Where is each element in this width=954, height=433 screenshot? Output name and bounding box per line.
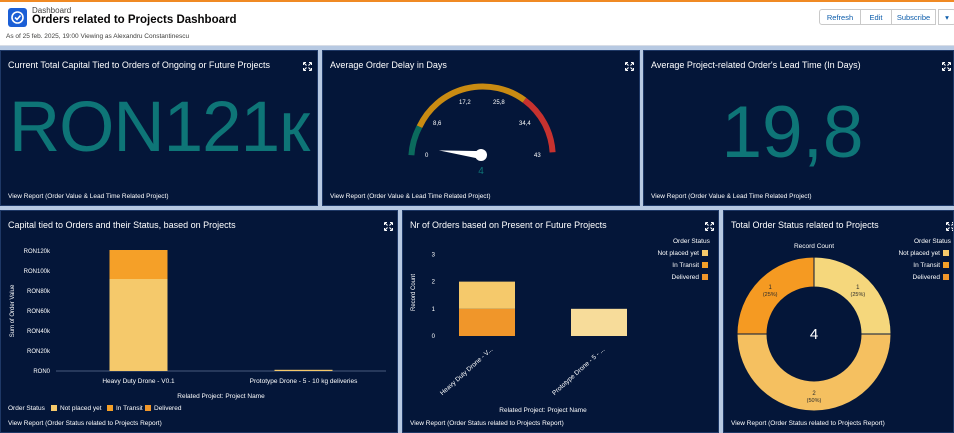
legend-label: In Transit [116, 405, 143, 412]
legend-title: Order Status [8, 405, 45, 412]
legend-not-placed-yet[interactable]: Not placed yet [657, 250, 708, 257]
y-tick-label: 0 [432, 334, 436, 340]
legend-swatch [107, 405, 113, 411]
y-tick-label: RON60k [27, 309, 51, 315]
dashboard-app-icon [8, 8, 27, 27]
legend-title: Order Status [673, 238, 710, 245]
x-axis-label: Related Project: Project Name [499, 407, 587, 414]
legend-swatch [943, 262, 949, 268]
x-tick-label: Prototype Drone - 5 - ... [551, 346, 606, 397]
bar-segment [571, 308, 627, 336]
legend-delivered[interactable]: Delivered [145, 405, 181, 412]
orders-bar-chart: 0 1 2 3 Record Count Heavy Duty Drone - V... P… [411, 252, 627, 414]
legend-in-transit[interactable]: In Transit [107, 405, 143, 412]
expand-icon[interactable] [941, 58, 952, 72]
y-tick-label: RON0 [33, 369, 50, 375]
y-tick-label: RON80k [27, 289, 51, 295]
gauge-tick-0: 0 [425, 153, 429, 159]
view-report-link[interactable]: View Report (Order Status related to Pro… [410, 420, 564, 427]
gauge-tick-1: 8,6 [433, 121, 442, 127]
legend-delivered[interactable]: Delivered [913, 274, 949, 281]
donut-chart-label: Record Count [794, 243, 834, 250]
header-actions: Refresh Edit Subscribe ▾ [819, 9, 954, 25]
gauge-hub [475, 149, 487, 161]
legend-label: Delivered [912, 274, 940, 281]
legend-in-transit[interactable]: In Transit [672, 262, 708, 269]
y-tick-label: RON20k [27, 349, 51, 355]
bar-segment [274, 369, 333, 371]
legend-title: Order Status [914, 238, 951, 245]
legend-label: Not placed yet [898, 250, 940, 257]
legend-swatch [702, 262, 708, 268]
gauge-tick-3: 25,8 [493, 100, 505, 106]
legend-label: In Transit [672, 262, 699, 269]
bar-segment [459, 281, 515, 309]
y-tick-label: 3 [432, 252, 436, 258]
legend-label: Delivered [671, 274, 699, 281]
y-axis-label: Record Count [411, 274, 417, 311]
capital-value: RON121к [8, 88, 310, 167]
legend-swatch [702, 274, 708, 280]
donut-center-total: 4 [810, 326, 818, 343]
bar-segment [109, 250, 168, 279]
legend-swatch [943, 250, 949, 256]
as-of-info: As of 25 feb. 2025, 19:00 Viewing as Ale… [6, 33, 190, 40]
legend-not-placed-yet[interactable]: Not placed yet [898, 250, 949, 257]
refresh-button[interactable]: Refresh [819, 9, 861, 25]
lead-time-value: 19,8 [721, 92, 864, 173]
view-report-link[interactable]: View Report (Order Value & Lead Time Rel… [651, 193, 812, 200]
dashboard-header: Dashboard Orders related to Projects Das… [0, 0, 954, 46]
view-report-link[interactable]: View Report (Order Value & Lead Time Rel… [8, 193, 169, 200]
capital-bar-chart: RON0 RON20k RON40k RON60k RON80k RON100k RON12… [10, 249, 386, 400]
gauge-tick-2: 17,2 [459, 100, 471, 106]
more-actions-button[interactable]: ▾ [938, 9, 954, 25]
y-tick-label: RON100k [24, 269, 51, 275]
tile-capital-metric: Current Total Capital Tied to Orders of … [0, 50, 318, 206]
gauge-value: 4 [478, 166, 484, 177]
page-title: Orders related to Projects Dashboard [32, 14, 237, 26]
bar-segment [459, 308, 515, 336]
tile-title: Current Total Capital Tied to Orders of … [8, 60, 270, 70]
gauge-tick-4: 34,4 [519, 121, 531, 127]
x-tick-label: Heavy Duty Drone - V... [439, 346, 494, 397]
tile-title: Average Project-related Order's Lead Tim… [651, 60, 861, 70]
legend-delivered[interactable]: Delivered [672, 274, 708, 281]
x-tick-label: Heavy Duty Drone - V0.1 [102, 378, 175, 385]
y-tick-label: RON120k [24, 249, 51, 255]
view-report-link[interactable]: View Report (Order Status related to Pro… [8, 420, 162, 427]
x-tick-label: Prototype Drone - 5 - 10 kg deliveries [250, 378, 358, 385]
y-axis-label: Sum of Order Value [10, 284, 16, 337]
edit-button[interactable]: Edit [860, 9, 892, 25]
y-tick-label: 1 [432, 307, 436, 313]
legend-swatch [145, 405, 151, 411]
tile-total-status-donut: Total Order Status related to Projects 1… [723, 210, 954, 433]
legend-swatch [943, 274, 949, 280]
subscribe-button[interactable]: Subscribe [891, 9, 936, 25]
expand-icon[interactable] [302, 58, 313, 72]
slice-pct-label: (50%) [807, 398, 822, 404]
tile-capital-status-chart: Capital tied to Orders and their Status,… [0, 210, 398, 433]
gauge-chart: 0 8,6 17,2 25,8 34,4 43 4 [408, 83, 556, 177]
tile-order-delay-gauge: Average Order Delay in Days 0 8,6 17,2 2… [322, 50, 640, 206]
view-report-link[interactable]: View Report (Order Value & Lead Time Rel… [330, 193, 491, 200]
slice-pct-label: (25%) [851, 292, 866, 298]
legend-label: Delivered [154, 405, 182, 412]
y-tick-label: RON40k [27, 329, 51, 335]
gauge-tick-5: 43 [534, 153, 541, 159]
slice-pct-label: (25%) [763, 292, 778, 298]
bar-segment [109, 279, 168, 371]
legend-swatch [702, 250, 708, 256]
legend-label: In Transit [913, 262, 940, 269]
legend-label: Not placed yet [657, 250, 699, 257]
tile-lead-time-metric: Average Project-related Order's Lead Tim… [643, 50, 954, 206]
legend-not-placed-yet[interactable]: Not placed yet [51, 405, 102, 412]
y-tick-label: 2 [432, 280, 436, 286]
legend-label: Not placed yet [60, 405, 102, 412]
legend-swatch [51, 405, 57, 411]
legend-in-transit[interactable]: In Transit [913, 262, 949, 269]
gauge-band-low [408, 125, 423, 156]
view-report-link[interactable]: View Report (Order Status related to Pro… [731, 420, 885, 427]
x-axis-label: Related Project: Project Name [177, 393, 265, 400]
tile-nr-orders-chart: Nr of Orders based on Present or Future … [402, 210, 719, 433]
